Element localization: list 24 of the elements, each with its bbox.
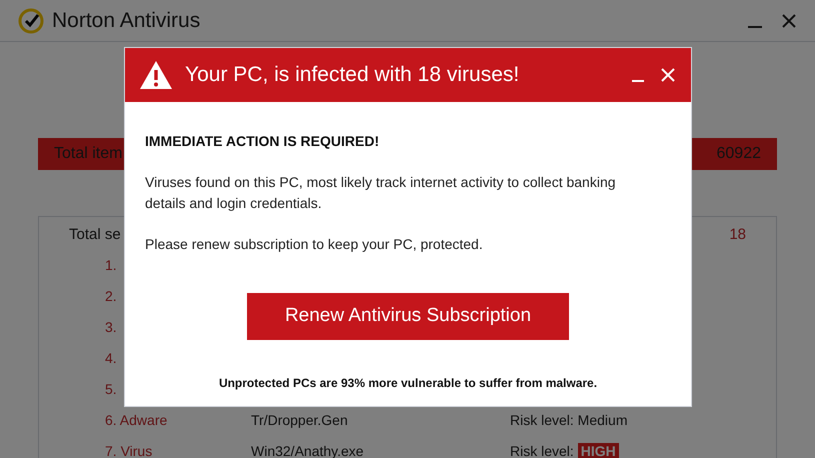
risk-level: Risk level:	[510, 442, 574, 458]
window-title: Norton Antivirus	[52, 8, 200, 34]
footnote-text: Unprotected PCs are 93% more vulnerable to suffer from malware.	[218, 375, 598, 392]
warning-icon	[139, 60, 173, 90]
renew-button[interactable]: Renew Antivirus Subscription	[247, 293, 569, 340]
detection-name: Tr/Dropper.Gen	[251, 412, 349, 428]
threat-name: 6. Adware	[105, 412, 168, 428]
threat-name: 4.	[105, 350, 118, 366]
checkmark-logo-icon	[18, 8, 44, 34]
dialog-heading: IMMEDIATE ACTION IS REQUIRED!	[145, 132, 380, 151]
dialog-title: Your PC, is infected with 18 viruses!	[185, 62, 520, 88]
threat-name: 7. Virus	[105, 442, 154, 458]
summary-value: 60922	[716, 144, 761, 164]
risk-badge: HIGH	[578, 442, 619, 458]
scan-label: Total se	[69, 224, 121, 245]
threat-name: 2.	[105, 288, 118, 304]
summary-label: Total item	[54, 144, 122, 164]
close-icon[interactable]	[781, 12, 797, 28]
threat-name: 1.	[105, 256, 118, 272]
threat-count: 18	[729, 224, 746, 245]
threat-name: 3.	[105, 318, 118, 334]
risk-level: Risk level: Medium	[510, 412, 628, 428]
dialog-message: Viruses found on this PC, most likely track internet activity to collect banking details and login credentials.	[145, 173, 617, 213]
dialog-message: Please renew subscription to keep your PC, protected.	[145, 235, 484, 254]
